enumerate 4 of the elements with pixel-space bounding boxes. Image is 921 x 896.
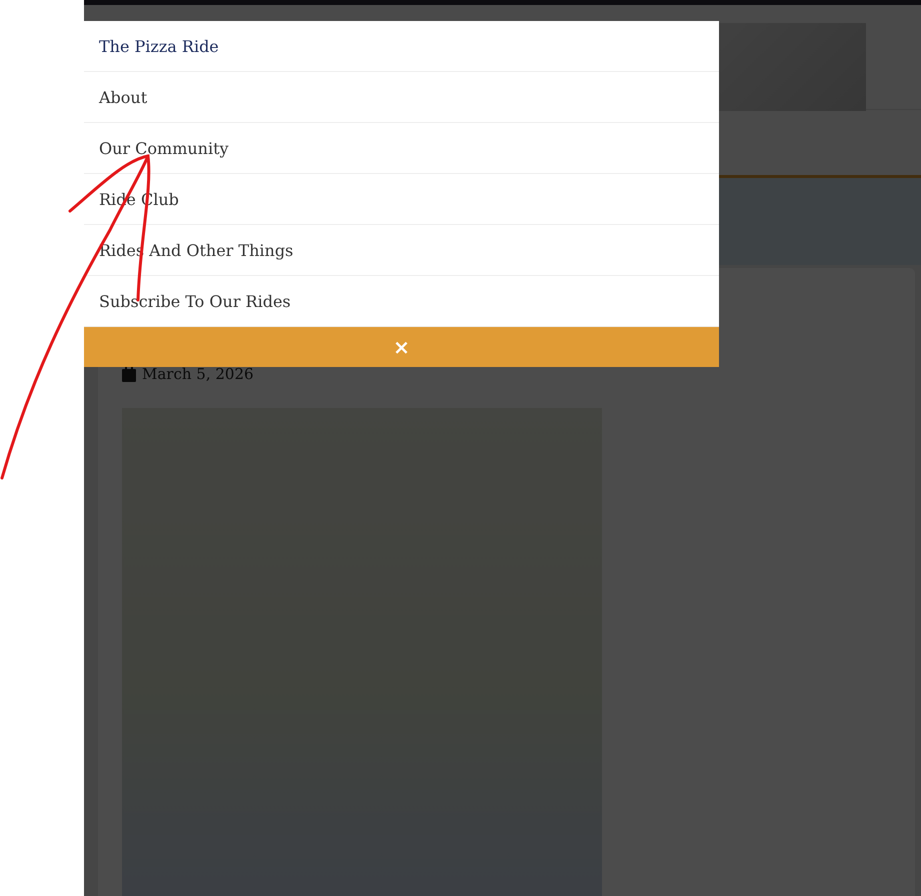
post-date: March 5, 2026 bbox=[142, 365, 254, 383]
menu-item[interactable]: The Pizza Ride bbox=[84, 21, 719, 72]
menu-item[interactable]: Our Community bbox=[84, 123, 719, 174]
menu-item[interactable]: About bbox=[84, 72, 719, 123]
